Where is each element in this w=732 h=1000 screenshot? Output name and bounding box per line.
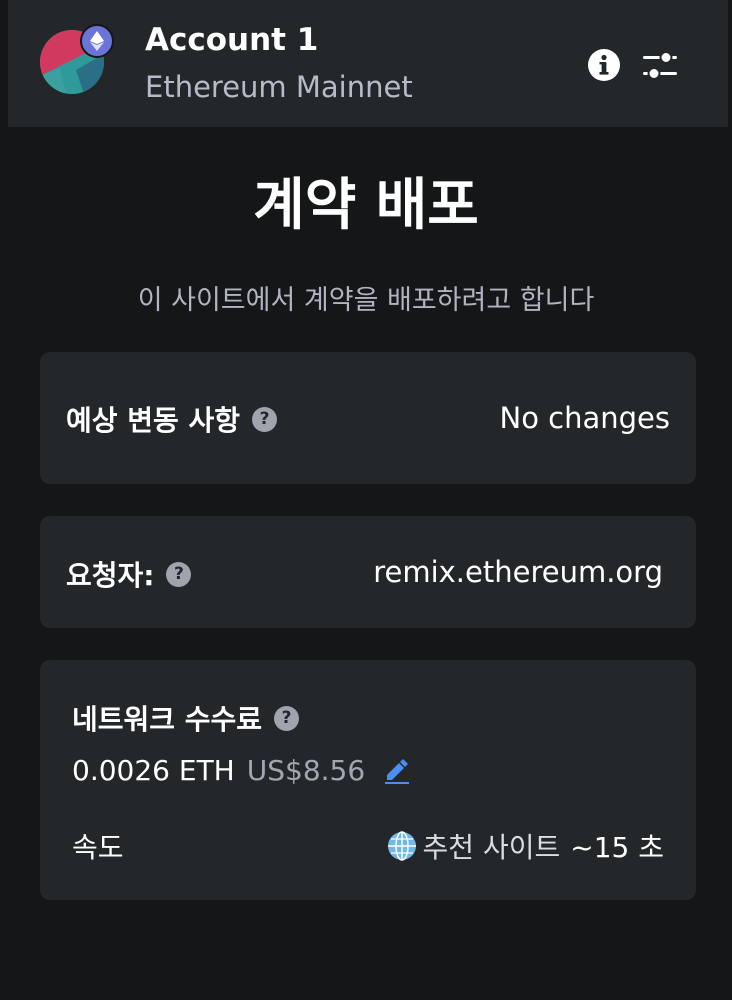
estimated-changes-card: 예상 변동 사항 ? No changes	[40, 352, 696, 484]
network-fee-label-row: 네트워크 수수료 ?	[72, 698, 300, 738]
network-fee-card: 네트워크 수수료 ? 0.0026 ETH US$8.56 속도 추천 사이트 …	[40, 660, 696, 900]
sliders-icon	[643, 51, 677, 80]
estimated-changes-value: No changes	[499, 401, 671, 435]
help-icon[interactable]: ?	[166, 561, 192, 587]
help-icon[interactable]: ?	[252, 406, 278, 432]
network-fee-label: 네트워크 수수료	[72, 703, 263, 736]
info-icon	[588, 49, 620, 81]
speed-option: 추천 사이트	[422, 831, 561, 864]
speed-label: 속도	[72, 831, 124, 864]
account-name[interactable]: Account 1	[145, 22, 318, 58]
network-name: Ethereum Mainnet	[145, 70, 413, 104]
estimated-changes-label: 예상 변동 사항	[66, 404, 241, 437]
speed-time: ~15 초	[570, 831, 664, 864]
speed-selector[interactable]: 추천 사이트 ~15 초	[387, 826, 664, 866]
page-title: 계약 배포	[253, 173, 479, 238]
requester-label: 요청자:	[66, 559, 155, 592]
requester-label-row: 요청자: ?	[66, 554, 192, 594]
app-header: Account 1 Ethereum Mainnet	[8, 0, 728, 127]
fee-usd-amount: US$8.56	[246, 754, 366, 787]
fee-eth-amount: 0.0026 ETH	[72, 754, 235, 787]
requester-card: 요청자: ? remix.ethereum.org	[40, 516, 696, 628]
help-icon[interactable]: ?	[274, 705, 300, 731]
account-avatar-button[interactable]	[40, 24, 116, 102]
fee-amount-row: 0.0026 ETH US$8.56	[72, 754, 411, 787]
globe-icon	[387, 831, 417, 861]
ethereum-icon	[80, 24, 114, 58]
page-subtitle: 이 사이트에서 계약을 배포하려고 합니다	[137, 285, 595, 316]
edit-gas-button[interactable]	[383, 758, 411, 784]
estimated-changes-label-row: 예상 변동 사항 ?	[66, 399, 278, 439]
info-button[interactable]	[586, 47, 622, 83]
pencil-icon	[385, 758, 410, 784]
requester-origin: remix.ethereum.org	[373, 555, 663, 589]
settings-button[interactable]	[640, 45, 680, 85]
